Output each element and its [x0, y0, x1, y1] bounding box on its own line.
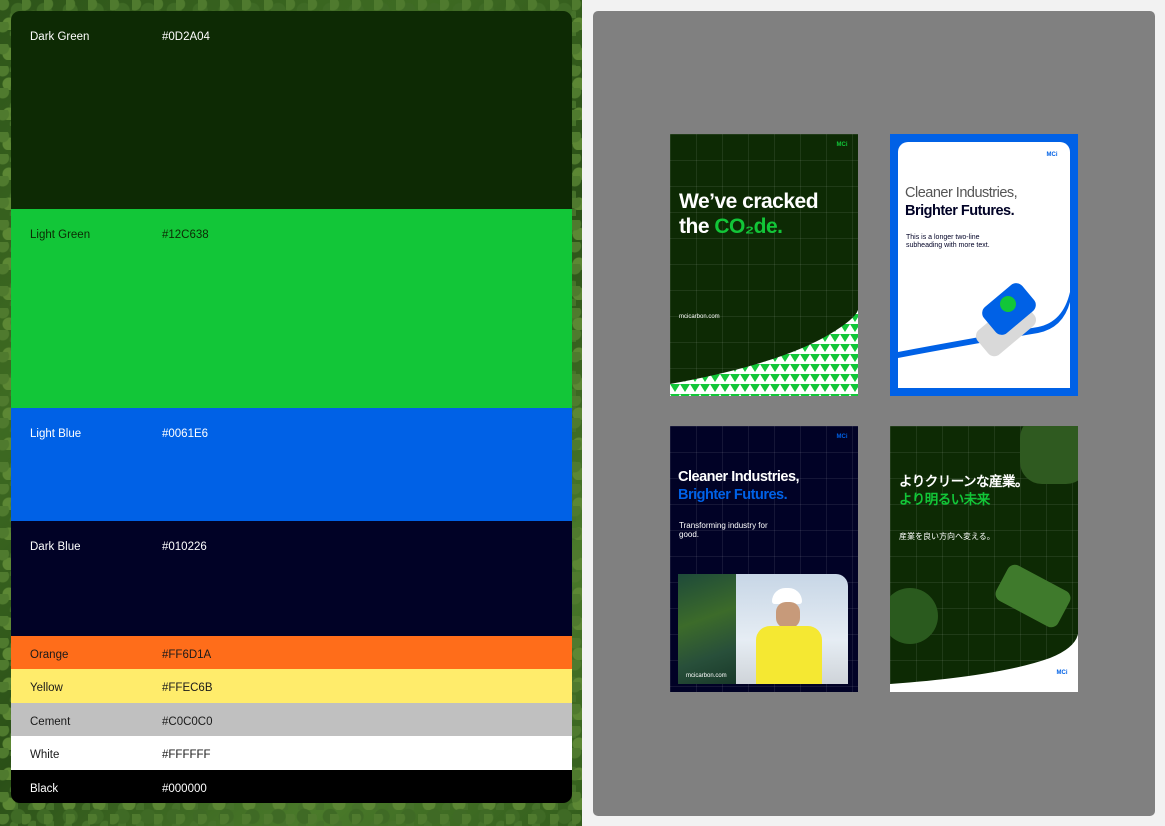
- swatch-hex: #000000: [162, 783, 207, 795]
- swatch-cement: Cement #C0C0C0: [11, 703, 572, 736]
- swatch-light-blue: Light Blue #0061E6: [11, 408, 572, 521]
- swatch-hex: #FF6D1A: [162, 649, 212, 661]
- swatch-yellow: Yellow #FFEC6B: [11, 669, 572, 703]
- poster-title: Cleaner Industries, Brighter Futures.: [678, 469, 800, 503]
- poster-showcase-panel: MCi We’ve cracked the CO₂de. mcicarbon.c…: [593, 11, 1155, 816]
- swatch-name: White: [30, 749, 60, 761]
- swatch-name: Yellow: [30, 682, 63, 694]
- swatch-name: Cement: [30, 716, 71, 728]
- swatch-name: Dark Green: [30, 31, 90, 43]
- swatch-hex: #12C638: [162, 229, 209, 241]
- swatch-orange: Orange #FF6D1A: [11, 636, 572, 669]
- swatch-name: Dark Blue: [30, 541, 81, 553]
- swatch-black: Black #000000: [11, 770, 572, 803]
- swatch-hex: #FFFFFF: [162, 749, 211, 761]
- swatch-name: Black: [30, 783, 59, 795]
- swatch-white: White #FFFFFF: [11, 736, 572, 770]
- shapes-graphic: [890, 564, 1078, 692]
- green-pattern-graphic: [670, 310, 858, 396]
- wave-graphic: [898, 283, 1070, 388]
- poster-subheading: Transforming industry for good.: [679, 521, 768, 539]
- poster-light-blue: MCi Cleaner Industries, Brighter Futures…: [890, 134, 1078, 396]
- swatch-dark-green: Dark Green #0D2A04: [11, 11, 572, 209]
- worker-photo: [736, 574, 848, 684]
- poster-dark-green: MCi We’ve cracked the CO₂de. mcicarbon.c…: [670, 134, 858, 396]
- swatch-hex: #FFEC6B: [162, 682, 213, 694]
- mci-logo-icon: MCi: [1056, 670, 1068, 676]
- swatch-light-green: Light Green #12C638: [11, 209, 572, 408]
- forest-background: Dark Green #0D2A04 Light Green #12C638 Light…: [0, 0, 582, 826]
- poster-japanese: よりクリーンな産業。 より明るい未来 産業を良い方向へ変える。 MCi: [890, 426, 1078, 692]
- swatch-hex: #0D2A04: [162, 31, 210, 43]
- swatch-name: Orange: [30, 649, 69, 661]
- swatch-hex: #C0C0C0: [162, 716, 213, 728]
- poster-dark-blue: MCi Cleaner Industries, Brighter Futures…: [670, 426, 858, 692]
- swatch-dark-blue: Dark Blue #010226: [11, 521, 572, 636]
- poster-url: mcicarbon.com: [686, 673, 727, 679]
- color-palette: Dark Green #0D2A04 Light Green #12C638 Light…: [11, 11, 572, 803]
- swatch-hex: #010226: [162, 541, 207, 553]
- swatch-name: Light Green: [30, 229, 91, 241]
- mci-logo-icon: MCi: [836, 434, 848, 440]
- swatch-name: Light Blue: [30, 428, 82, 440]
- swatch-hex: #0061E6: [162, 428, 209, 440]
